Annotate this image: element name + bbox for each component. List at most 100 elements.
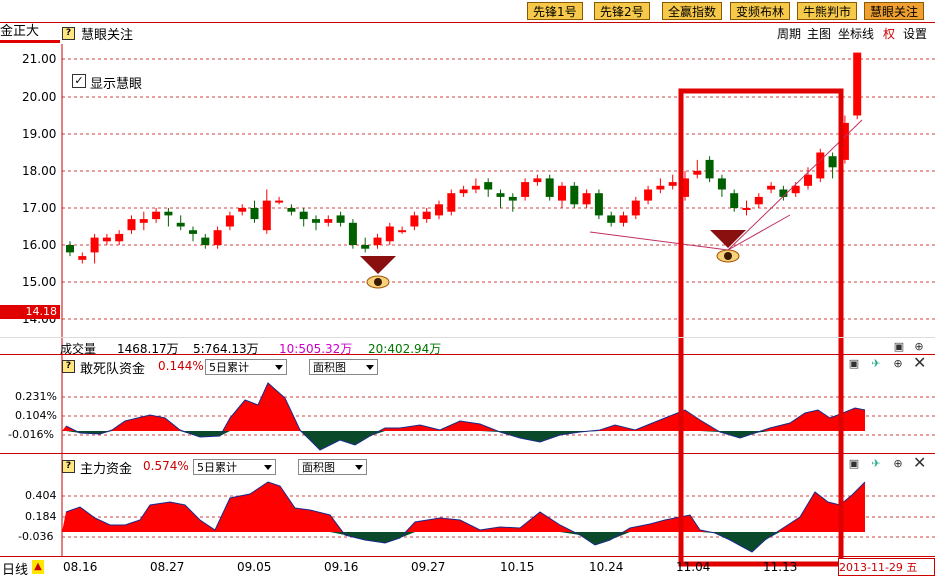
candle-body bbox=[459, 189, 468, 194]
panel2-close-icon[interactable]: ✕ bbox=[913, 455, 926, 471]
candle-body bbox=[644, 189, 653, 201]
date-tick-3: 09.16 bbox=[324, 560, 359, 574]
candle-body bbox=[385, 226, 394, 242]
candle-body bbox=[594, 193, 603, 216]
candle-body bbox=[447, 193, 456, 212]
candle-body bbox=[533, 178, 542, 183]
candle-body bbox=[361, 245, 370, 249]
candle-body bbox=[152, 211, 161, 220]
candle-body bbox=[717, 178, 726, 190]
panel2-y-tick-1: 0.184 bbox=[25, 510, 57, 523]
panel2-type-select[interactable]: 面积图 bbox=[298, 459, 367, 475]
candle-body bbox=[348, 222, 357, 245]
panel1-close-icon[interactable]: ✕ bbox=[913, 355, 926, 371]
show-insight-label: 显示慧眼 bbox=[90, 77, 143, 92]
candle-body bbox=[189, 230, 197, 234]
candle-body bbox=[176, 222, 185, 227]
candle-body bbox=[545, 178, 554, 197]
candle-body bbox=[127, 219, 136, 231]
candle-body bbox=[582, 193, 591, 205]
panel1-value: 0.144% bbox=[158, 359, 204, 373]
eye-signal-fan bbox=[360, 256, 396, 274]
y-tick-18: 18.00 bbox=[22, 164, 57, 178]
panel2-title: 主力资金 bbox=[80, 462, 133, 477]
candle-body bbox=[262, 200, 271, 231]
panel1-pin-icon[interactable]: ✈ bbox=[870, 358, 882, 370]
candle-body bbox=[570, 185, 579, 205]
panel2-zoom-icon[interactable]: ⊕ bbox=[892, 458, 904, 470]
panel1-zoom-icon[interactable]: ⊕ bbox=[892, 358, 904, 370]
candle-body bbox=[225, 215, 234, 227]
date-tick-6: 10.24 bbox=[589, 560, 624, 574]
candle-body bbox=[66, 245, 74, 253]
candle-body bbox=[631, 200, 640, 216]
candle-body bbox=[853, 52, 862, 116]
panel2-y-tick-2: -0.036 bbox=[18, 530, 54, 543]
candle-body bbox=[435, 204, 443, 216]
panel2-period-select[interactable]: 5日累计 bbox=[193, 459, 276, 475]
y-tick-19: 19.00 bbox=[22, 127, 57, 141]
panel1-type-select[interactable]: 面积图 bbox=[309, 359, 378, 375]
candle-body bbox=[607, 215, 616, 223]
date-tick-2: 09.05 bbox=[237, 560, 272, 574]
candle-body bbox=[742, 208, 751, 210]
candle-body bbox=[78, 256, 87, 260]
candle-body bbox=[164, 211, 173, 216]
candle-body bbox=[102, 237, 111, 242]
y-tick-21: 21.00 bbox=[22, 52, 57, 66]
candle-body bbox=[422, 211, 431, 220]
panel1-help-icon[interactable]: ? bbox=[62, 360, 75, 373]
y-tick-17: 17.00 bbox=[22, 201, 57, 215]
date-tick-7: 11.04 bbox=[676, 560, 711, 574]
candle-body bbox=[816, 152, 825, 179]
panel2-help-icon[interactable]: ? bbox=[62, 460, 75, 473]
panel2-value: 0.574% bbox=[143, 459, 189, 473]
candle-body bbox=[730, 193, 739, 208]
panel2-pin-icon[interactable]: ✈ bbox=[870, 458, 882, 470]
candle-body bbox=[201, 237, 210, 245]
candle-body bbox=[238, 208, 247, 212]
candle-body bbox=[275, 200, 284, 203]
panel1-period-select[interactable]: 5日累计 bbox=[205, 359, 287, 375]
panel1-y-tick-1: 0.104% bbox=[15, 409, 57, 422]
candle-body bbox=[619, 215, 628, 223]
date-tick-0: 08.16 bbox=[63, 560, 98, 574]
date-tick-4: 09.27 bbox=[411, 560, 446, 574]
candle-body bbox=[336, 215, 345, 223]
candle-body bbox=[312, 219, 320, 223]
candle-body bbox=[754, 196, 763, 205]
show-insight-checkbox[interactable]: ✓ bbox=[72, 74, 86, 88]
candle-body bbox=[213, 230, 222, 245]
area-fill-negative bbox=[62, 532, 865, 552]
date-tick-5: 10.15 bbox=[500, 560, 535, 574]
current-date: 2013-11-29 五 bbox=[838, 558, 935, 576]
panel1-minimize-icon[interactable]: ▣ bbox=[848, 358, 860, 370]
minimize-icon[interactable]: ▣ bbox=[893, 341, 905, 353]
candle-body bbox=[410, 215, 419, 227]
date-tick-8: 11.13 bbox=[763, 560, 798, 574]
zoom-icon[interactable]: ⊕ bbox=[913, 341, 925, 353]
candle-body bbox=[287, 208, 296, 212]
period-label[interactable]: 日线 bbox=[2, 559, 28, 578]
y-tick-15: 15.00 bbox=[22, 275, 57, 289]
y-tick-16: 16.00 bbox=[22, 238, 57, 252]
candle-body bbox=[508, 196, 517, 201]
panel2-y-tick-0: 0.404 bbox=[25, 489, 57, 502]
candle-body bbox=[139, 219, 148, 223]
candle-body bbox=[656, 185, 665, 190]
candle-body bbox=[705, 159, 714, 179]
candle-body bbox=[693, 171, 702, 175]
candle-body bbox=[373, 237, 382, 245]
eye-pupil-icon bbox=[724, 252, 732, 260]
candle-body bbox=[250, 208, 259, 220]
candle-body bbox=[484, 182, 493, 190]
candle-body bbox=[668, 182, 677, 186]
candle-body bbox=[558, 185, 566, 201]
panel1-title: 敢死队资金 bbox=[80, 362, 146, 377]
candle-body bbox=[299, 211, 308, 220]
panel1-y-tick-0: 0.231% bbox=[15, 390, 57, 403]
candle-body bbox=[496, 193, 505, 197]
date-tick-1: 08.27 bbox=[150, 560, 185, 574]
period-toggle-icon[interactable]: ▲ bbox=[32, 560, 44, 574]
panel2-minimize-icon[interactable]: ▣ bbox=[848, 458, 860, 470]
